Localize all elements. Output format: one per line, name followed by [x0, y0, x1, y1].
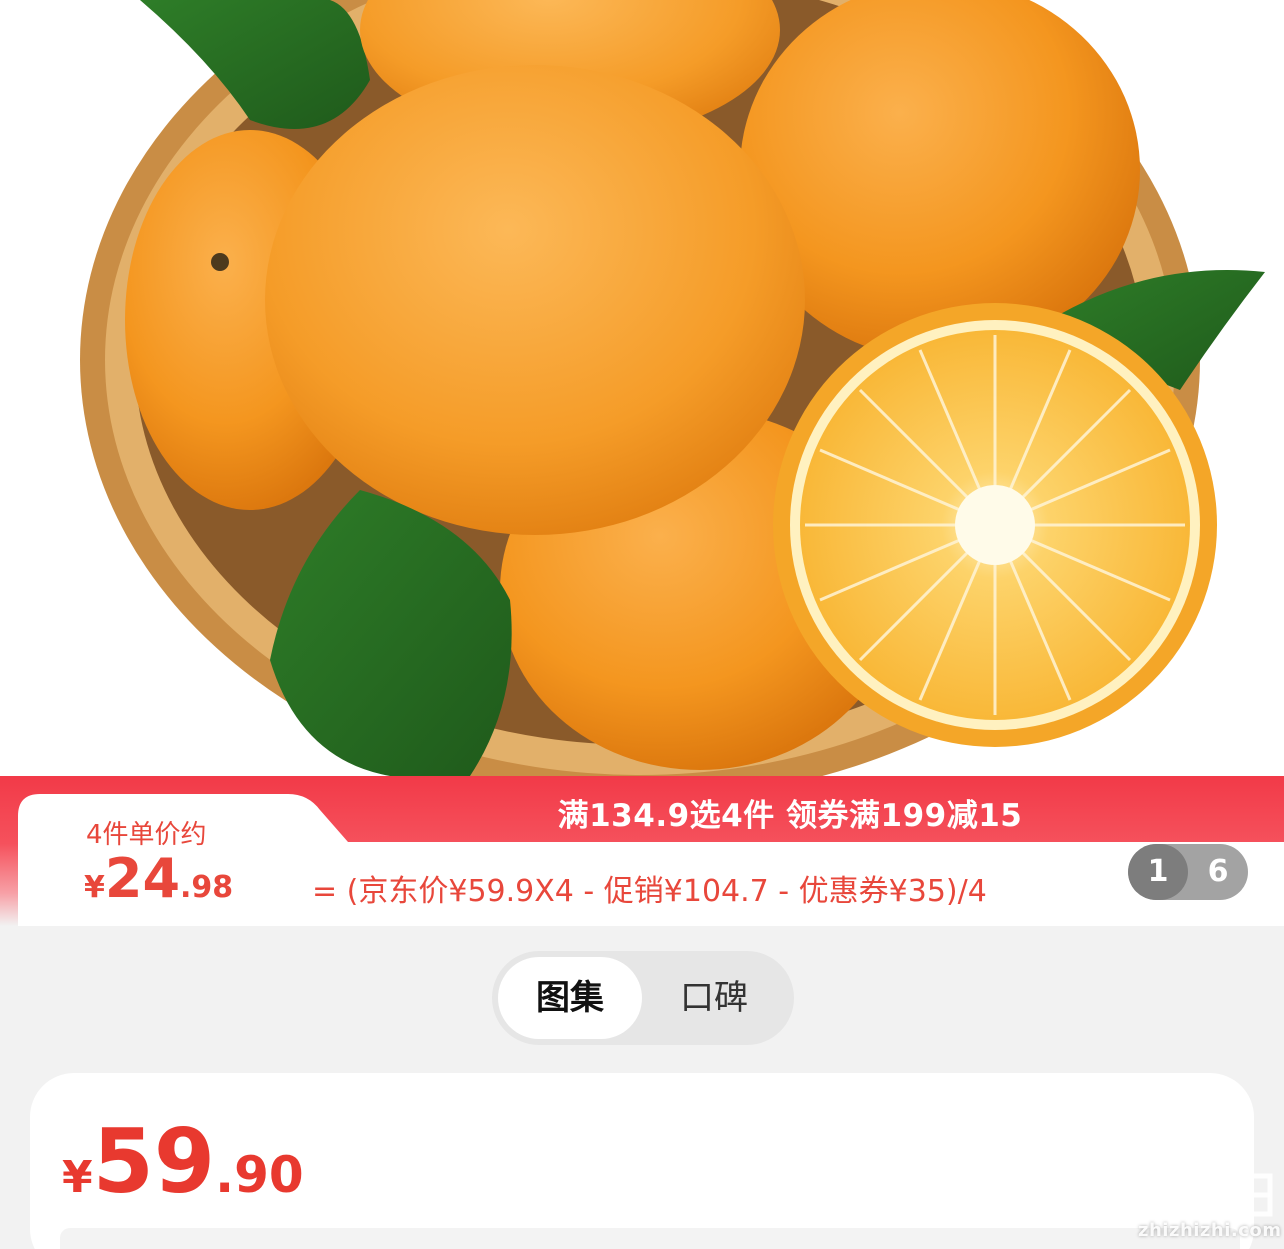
watermark-text: zhizhizhi.com [1138, 1220, 1282, 1241]
unit-price-currency: ¥ [84, 870, 105, 905]
image-pager: 1 6 [1128, 844, 1248, 900]
promo-headline: 满134.9选4件 领券满199减15 [557, 798, 1023, 834]
price-formula: = (京东价¥59.9X4 - 促销¥104.7 - 优惠券¥35)/4 [312, 874, 987, 909]
pager-current: 1 [1128, 844, 1188, 900]
price-integer: 59 [92, 1110, 216, 1213]
zhizhizhi-logo-icon [1139, 1173, 1273, 1217]
tab-reviews[interactable]: 口碑 [642, 957, 786, 1039]
product-price: ¥59.90 [62, 1118, 304, 1206]
product-image[interactable] [0, 0, 1284, 776]
media-tabs: 图集 口碑 [492, 951, 794, 1045]
unit-price-decimal: .98 [180, 870, 234, 905]
unit-price: ¥24.98 [84, 852, 233, 906]
unit-price-label: 4件单价约 [86, 820, 207, 850]
price-decimal: .90 [215, 1146, 304, 1204]
orange-basket-image [80, 0, 1265, 776]
tab-gallery[interactable]: 图集 [498, 957, 642, 1039]
promo-info-strip[interactable] [60, 1228, 1240, 1249]
pager-total: 6 [1207, 854, 1229, 889]
promo-banner[interactable]: 满134.9选4件 领券满199减15 4件单价约 ¥24.98 = (京东价¥… [0, 776, 1284, 926]
unit-price-integer: 24 [104, 847, 181, 910]
price-currency: ¥ [62, 1152, 93, 1203]
